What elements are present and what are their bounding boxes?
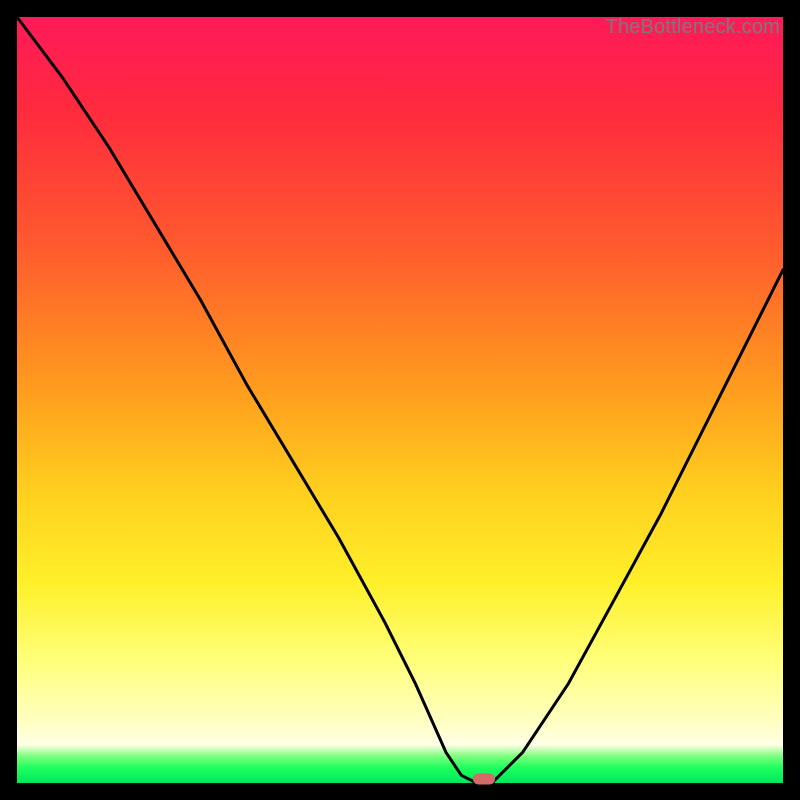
bottleneck-curve [17, 17, 783, 783]
chart-frame: TheBottleneck.com [0, 0, 800, 800]
plot-area: TheBottleneck.com [17, 17, 783, 783]
optimal-marker [473, 774, 495, 785]
